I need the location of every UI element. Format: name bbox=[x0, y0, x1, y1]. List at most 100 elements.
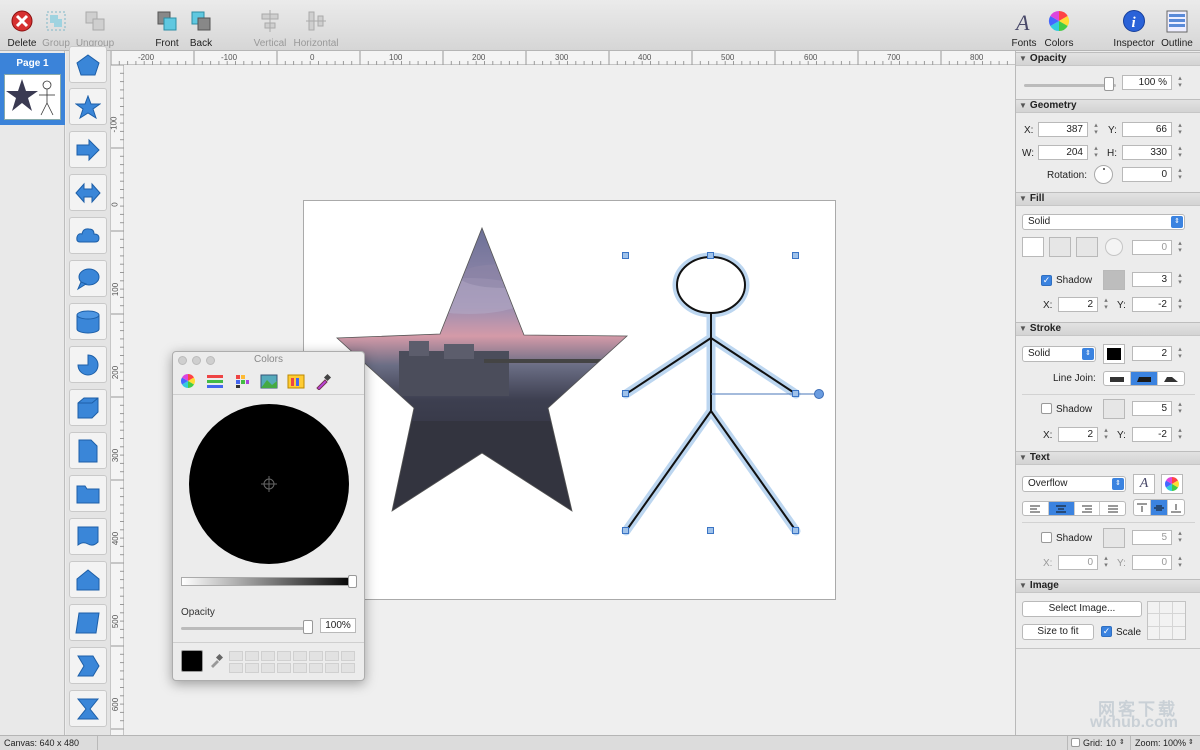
fill-shadow-blur-field[interactable]: 3 bbox=[1132, 272, 1172, 287]
fill-shadow-blur-stepper[interactable]: ▴ ▾ bbox=[1176, 272, 1184, 287]
grid-checkbox[interactable] bbox=[1071, 738, 1080, 747]
color-wheel[interactable] bbox=[189, 404, 349, 564]
stroke-shadow-x-field[interactable]: 2 bbox=[1058, 427, 1098, 442]
zoom-label[interactable]: Zoom: 100% bbox=[1135, 736, 1186, 750]
x-field[interactable]: 387 bbox=[1038, 122, 1088, 137]
palette-pentagon[interactable] bbox=[69, 46, 107, 83]
selection-handle[interactable] bbox=[622, 527, 629, 534]
text-shadow-x-field[interactable]: 0 bbox=[1058, 555, 1098, 570]
fill-shadow-y-field[interactable]: -2 bbox=[1132, 297, 1172, 312]
grid-value[interactable]: 10 bbox=[1106, 736, 1116, 750]
fill-shadow-checkbox[interactable]: ✓ bbox=[1041, 275, 1052, 286]
h-stepper[interactable]: ▴ ▾ bbox=[1176, 145, 1184, 160]
miter-join-icon[interactable] bbox=[1104, 372, 1131, 385]
palette-speech-bubble[interactable] bbox=[69, 260, 107, 297]
opacity-track[interactable] bbox=[1024, 84, 1116, 87]
palette-cylinder[interactable] bbox=[69, 303, 107, 340]
palette-double-arrow[interactable] bbox=[69, 174, 107, 211]
size-to-fit-button[interactable]: Size to fit bbox=[1022, 624, 1094, 640]
selection-handle[interactable] bbox=[622, 252, 629, 259]
fill-shadow-x-stepper[interactable]: ▴ ▾ bbox=[1102, 297, 1110, 312]
palette-chevron[interactable] bbox=[69, 647, 107, 684]
rotation-stepper[interactable]: ▴ ▾ bbox=[1176, 167, 1184, 182]
stroke-type-popup[interactable]: Solid ⇕ bbox=[1022, 346, 1096, 362]
selection-handle[interactable] bbox=[622, 390, 629, 397]
image-palettes-icon[interactable] bbox=[260, 372, 278, 390]
text-shadow-color-well[interactable] bbox=[1103, 528, 1125, 548]
page-item[interactable]: Page 1 bbox=[0, 53, 65, 125]
stroke-shadow-y-stepper[interactable]: ▴ ▾ bbox=[1176, 427, 1184, 442]
select-image-button[interactable]: Select Image... bbox=[1022, 601, 1142, 617]
rotation-dial[interactable] bbox=[1094, 165, 1113, 184]
palette-cloud[interactable] bbox=[69, 217, 107, 254]
geometry-section-header[interactable]: ▼ Geometry bbox=[1016, 99, 1200, 113]
image-anchor-grid[interactable] bbox=[1147, 601, 1186, 640]
text-shadow-y-stepper[interactable]: ▴ ▾ bbox=[1176, 555, 1184, 570]
stroke-shadow-x-stepper[interactable]: ▴ ▾ bbox=[1102, 427, 1110, 442]
round-join-icon[interactable] bbox=[1131, 372, 1158, 385]
y-field[interactable]: 66 bbox=[1122, 122, 1172, 137]
line-join-segmented[interactable] bbox=[1103, 371, 1185, 386]
w-field[interactable]: 204 bbox=[1038, 145, 1088, 160]
grid-stepper[interactable]: ⇕ bbox=[1119, 736, 1125, 750]
fill-type-popup[interactable]: Solid ⇕ bbox=[1022, 214, 1185, 230]
palette-pie[interactable] bbox=[69, 346, 107, 383]
fill-shadow-y-stepper[interactable]: ▴ ▾ bbox=[1176, 297, 1184, 312]
opacity-field[interactable]: 100% bbox=[320, 618, 356, 633]
fill-shadow-x-field[interactable]: 2 bbox=[1058, 297, 1098, 312]
align-middle-icon[interactable] bbox=[1151, 500, 1168, 515]
color-palettes-icon[interactable] bbox=[233, 372, 251, 390]
text-align-segmented[interactable] bbox=[1022, 501, 1126, 516]
brightness-slider[interactable] bbox=[181, 575, 357, 588]
stroke-shadow-blur-stepper[interactable]: ▴ ▾ bbox=[1176, 401, 1184, 416]
gradient-angle-field[interactable]: 0 bbox=[1132, 240, 1172, 255]
text-overflow-popup[interactable]: Overflow ⇕ bbox=[1022, 476, 1126, 492]
back-button[interactable]: Back bbox=[174, 8, 228, 49]
color-wheel-icon[interactable] bbox=[179, 372, 197, 390]
align-justify-icon[interactable] bbox=[1100, 502, 1125, 515]
fill-color-well[interactable] bbox=[1022, 237, 1044, 257]
bevel-join-icon[interactable] bbox=[1158, 372, 1184, 385]
opacity-slider[interactable] bbox=[181, 627, 311, 630]
gradient-angle-dial[interactable] bbox=[1105, 238, 1123, 256]
selection-handle[interactable] bbox=[792, 390, 799, 397]
canvas[interactable] bbox=[303, 200, 836, 600]
opacity-knob[interactable] bbox=[1104, 77, 1114, 91]
h-field[interactable]: 330 bbox=[1122, 145, 1172, 160]
x-stepper[interactable]: ▴ ▾ bbox=[1092, 122, 1100, 137]
outline-button[interactable]: Outline bbox=[1150, 8, 1200, 49]
rotation-field[interactable]: 0 bbox=[1122, 167, 1172, 182]
selection-handle[interactable] bbox=[707, 527, 714, 534]
scale-checkbox[interactable]: ✓ bbox=[1101, 626, 1112, 637]
gradient-start-well[interactable] bbox=[1049, 237, 1071, 257]
ungroup-button[interactable]: Ungroup bbox=[68, 8, 122, 49]
stroke-shadow-checkbox[interactable] bbox=[1041, 403, 1052, 414]
opacity-section-header[interactable]: ▼ Opacity bbox=[1016, 52, 1200, 66]
palette-parallelogram[interactable] bbox=[69, 604, 107, 641]
text-font-button[interactable]: A bbox=[1133, 474, 1155, 494]
star-shape[interactable] bbox=[334, 226, 634, 521]
palette-document[interactable] bbox=[69, 432, 107, 469]
selection-handle[interactable] bbox=[792, 527, 799, 534]
opacity-slider-knob[interactable] bbox=[303, 620, 313, 634]
text-shadow-x-stepper[interactable]: ▴ ▾ bbox=[1102, 555, 1110, 570]
palette-cube[interactable] bbox=[69, 389, 107, 426]
stroke-shadow-color-well[interactable] bbox=[1103, 399, 1125, 419]
stroke-width-stepper[interactable]: ▴ ▾ bbox=[1176, 346, 1184, 361]
text-shadow-y-field[interactable]: 0 bbox=[1132, 555, 1172, 570]
crayons-icon[interactable] bbox=[287, 372, 305, 390]
w-stepper[interactable]: ▴ ▾ bbox=[1092, 145, 1100, 160]
align-left-icon[interactable] bbox=[1023, 502, 1049, 515]
eyedropper-icon[interactable] bbox=[314, 372, 332, 390]
image-section-header[interactable]: ▼ Image bbox=[1016, 579, 1200, 593]
fill-section-header[interactable]: ▼ Fill bbox=[1016, 192, 1200, 206]
text-color-well[interactable] bbox=[1161, 474, 1183, 494]
palette-star[interactable] bbox=[69, 88, 107, 125]
text-shadow-blur-field[interactable]: 5 bbox=[1132, 530, 1172, 545]
palette-bowtie[interactable] bbox=[69, 690, 107, 727]
magnifier-icon[interactable] bbox=[209, 654, 223, 668]
palette-home-plate[interactable] bbox=[69, 561, 107, 598]
selection-handle[interactable] bbox=[792, 252, 799, 259]
horizontal-button[interactable]: Horizontal bbox=[289, 8, 343, 49]
rotation-handle[interactable] bbox=[814, 389, 824, 399]
